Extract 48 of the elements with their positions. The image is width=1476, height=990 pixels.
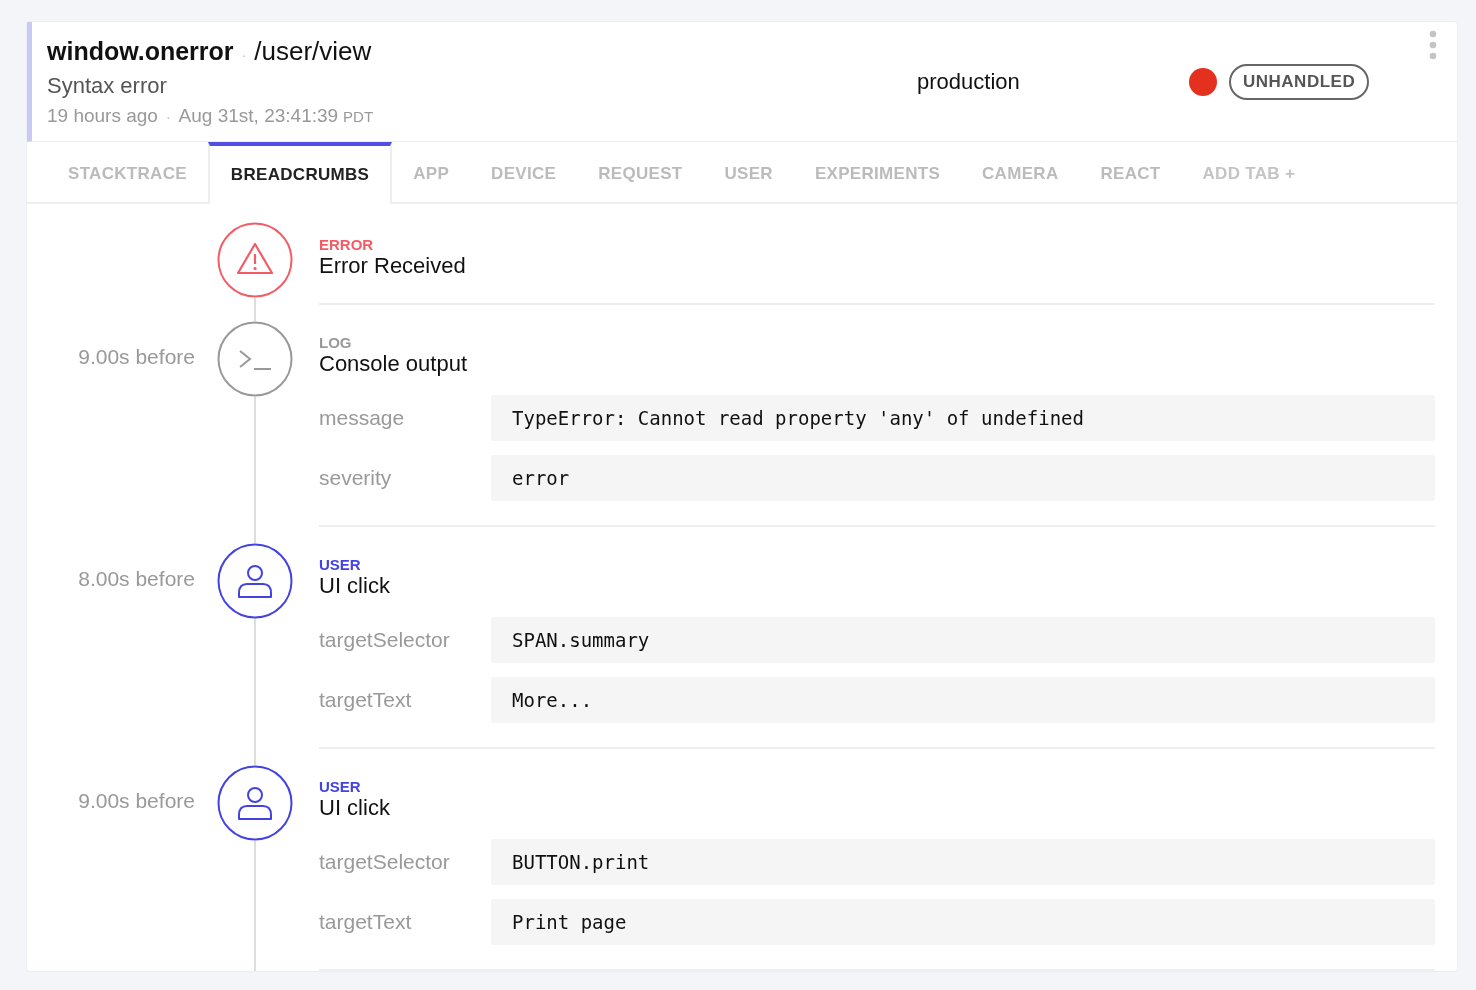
breadcrumb-title: UI click xyxy=(319,573,391,599)
tab[interactable]: DEVICE xyxy=(470,142,578,202)
field-key: message xyxy=(319,406,491,430)
relative-time: 9.00s before xyxy=(78,789,195,812)
tab[interactable]: REACT xyxy=(1079,142,1182,202)
field-value: More... xyxy=(491,677,1435,723)
breadcrumb-category: USER xyxy=(319,556,362,573)
timezone: PDT xyxy=(343,108,374,125)
breadcrumb-category: ERROR xyxy=(319,236,375,253)
terminal-icon xyxy=(217,321,293,397)
breadcrumb-title: Error Received xyxy=(319,253,467,279)
tab[interactable]: REQUEST xyxy=(577,142,704,202)
tab[interactable]: STACKTRACE xyxy=(47,142,208,202)
separator-dot: · xyxy=(241,47,247,63)
tab[interactable]: APP xyxy=(392,142,471,202)
breadcrumb-title: UI click xyxy=(319,795,391,821)
tab[interactable]: EXPERIMENTS xyxy=(793,142,962,202)
unhandled-badge: UNHANDLED xyxy=(1229,63,1370,100)
separator-dot: · xyxy=(165,109,171,125)
tab[interactable]: BREADCRUMBS xyxy=(207,142,393,204)
field-value: Print page xyxy=(491,899,1435,945)
user-icon xyxy=(217,765,293,841)
breadcrumb-title: Console output xyxy=(319,351,468,377)
relative-time: 19 hours ago xyxy=(47,105,158,127)
warning-icon xyxy=(217,222,293,298)
error-class: window.onerror xyxy=(47,37,234,66)
field-value: TypeError: Cannot read property 'any' of undefined xyxy=(491,395,1435,441)
field-value: error xyxy=(491,455,1435,501)
error-context: /user/view xyxy=(254,36,372,67)
timestamp: Aug 31st, 23:41:39 xyxy=(178,105,339,127)
add-tab-button[interactable]: ADD TAB + xyxy=(1181,142,1317,202)
field-key: targetSelector xyxy=(319,628,491,652)
more-options-icon[interactable] xyxy=(1429,30,1437,60)
field-value: SPAN.summary xyxy=(491,617,1435,663)
field-key: targetText xyxy=(319,910,491,934)
breadcrumb-category: LOG xyxy=(319,334,353,351)
tab[interactable]: CAMERA xyxy=(961,142,1080,202)
relative-time: 9.00s before xyxy=(78,345,195,368)
field-key: targetText xyxy=(319,688,491,712)
user-icon xyxy=(217,543,293,619)
error-message: Syntax error xyxy=(47,73,168,99)
field-key: severity xyxy=(319,466,491,490)
breadcrumb-category: USER xyxy=(319,778,362,795)
field-value: BUTTON.print xyxy=(491,839,1435,885)
release-stage: production xyxy=(917,68,1021,95)
tab[interactable]: USER xyxy=(703,142,794,202)
relative-time: 8.00s before xyxy=(78,567,195,590)
field-key: targetSelector xyxy=(319,850,491,874)
